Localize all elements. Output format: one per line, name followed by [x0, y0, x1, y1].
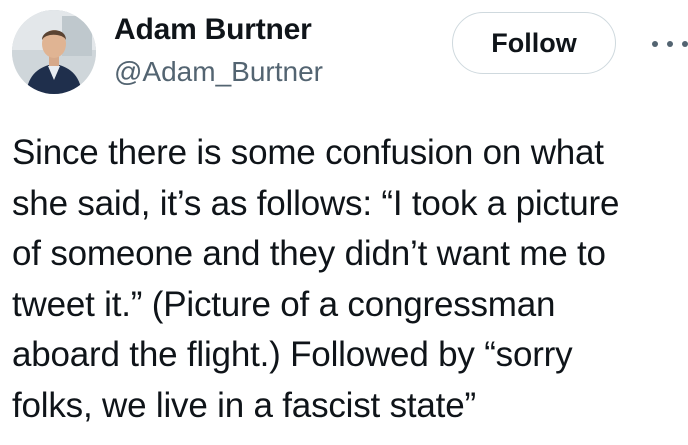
tweet-text-line: aboard the flight.) Followed by “sorry	[12, 335, 573, 374]
display-name[interactable]: Adam Burtner	[114, 12, 323, 48]
more-dot	[682, 41, 688, 47]
more-horizontal-icon[interactable]	[652, 32, 688, 56]
more-dot	[667, 41, 673, 47]
more-dot	[652, 41, 658, 47]
tweet-text-line: she said, it’s as follows: “I took a pic…	[12, 183, 620, 223]
tweet-text-line: Since there is some confusion on what	[12, 133, 604, 172]
tweet-text-line: of someone and they didn’t want me to	[12, 234, 606, 273]
tweet-text: Since there is some confusion on what sh…	[12, 128, 686, 431]
author-info: Adam Burtner @Adam_Burtner	[114, 12, 323, 90]
avatar-photo	[12, 10, 96, 94]
tweet-text-line: folks, we live in a fascist state”	[12, 385, 476, 425]
avatar[interactable]	[12, 10, 96, 94]
tweet-card: Adam Burtner @Adam_Burtner Follow Since …	[0, 0, 688, 445]
tweet-header: Adam Burtner @Adam_Burtner Follow	[0, 0, 688, 110]
tweet-text-line: tweet it.” (Picture of a congressman	[12, 284, 556, 324]
user-handle[interactable]: @Adam_Burtner	[114, 54, 323, 90]
follow-button[interactable]: Follow	[452, 12, 616, 74]
